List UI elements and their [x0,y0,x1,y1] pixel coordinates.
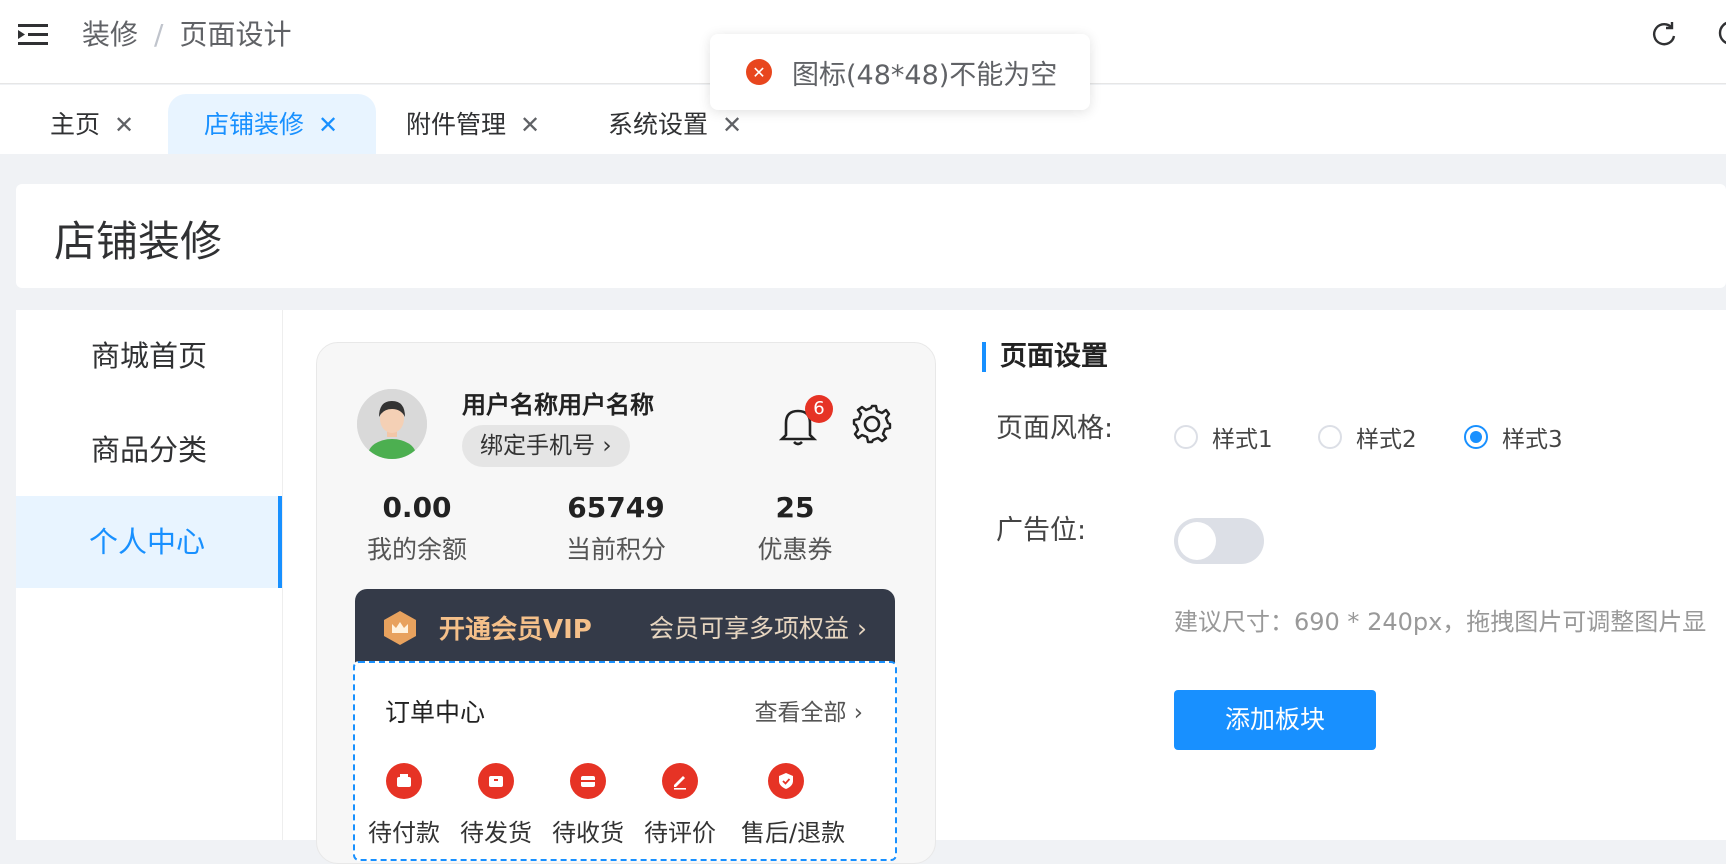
page-nav: 商城首页 商品分类 个人中心 [16,310,283,840]
order-item-to-receive[interactable]: 待收货 [543,763,633,848]
order-item-label: 待发货 [460,819,532,847]
radio-circle [1464,425,1488,449]
notification-badge: 6 [805,395,833,423]
tab-home[interactable]: 主页 ✕ [50,94,134,154]
style-option-2[interactable]: 样式2 [1318,420,1417,454]
gear-icon[interactable] [849,401,895,447]
radio-circle [1174,425,1198,449]
stat-value: 0.00 [382,491,452,524]
chevron-right-icon: › [853,700,863,726]
order-center-block[interactable]: 订单中心 查看全部 › 待付款 待发货 待收货 待评价 售后/退款 [353,661,897,861]
page-title: 店铺装修 [54,217,223,266]
toggle-knob [1178,522,1216,560]
style-option-3[interactable]: 样式3 [1464,420,1563,454]
style-option-1[interactable]: 样式1 [1174,420,1273,454]
error-toast: ✕ 图标(48*48)不能为空 [710,34,1090,110]
order-item-to-ship[interactable]: 待发货 [451,763,541,848]
wallet-icon [386,763,422,799]
order-item-label: 售后/退款 [741,819,846,847]
phone-preview: 用户名称用户名称 绑定手机号 › 6 0.00 我的余额 65749 当前积分 … [316,342,936,864]
nav-item-home[interactable]: 商城首页 [16,310,282,402]
close-icon[interactable]: ✕ [318,94,338,156]
tab-label: 系统设置 [608,110,709,139]
radio-circle [1318,425,1342,449]
stat-label: 优惠券 [757,535,833,564]
user-icon[interactable] [1716,18,1726,48]
order-item-to-review[interactable]: 待评价 [635,763,725,848]
box-icon [570,763,606,799]
nav-item-category[interactable]: 商品分类 [16,404,282,496]
settings-title: 页面设置 [982,342,1108,372]
shield-icon [768,763,804,799]
menu-fold-icon[interactable] [18,22,50,48]
tab-shop-decoration[interactable]: 店铺装修 ✕ [168,94,377,156]
main-panel: 商城首页 商品分类 个人中心 用户名称用户名称 绑定手机号 › 6 0.00 我… [16,310,1726,864]
avatar-image [357,389,427,459]
tab-attachments[interactable]: 附件管理 ✕ [406,94,540,154]
username: 用户名称用户名称 [462,391,654,419]
close-circle-icon: ✕ [746,59,772,85]
stat-label: 当前积分 [565,535,666,564]
view-all-label: 查看全部 [754,700,847,726]
vip-banner[interactable]: 开通会员VIP 会员可享多项权益 › [355,589,895,669]
tab-label: 店铺装修 [204,110,305,139]
close-icon[interactable]: ✕ [114,94,134,156]
stat-label: 我的余额 [366,535,467,564]
breadcrumb-item: 页面设计 [179,18,292,51]
breadcrumb-item[interactable]: 装修 [82,18,138,51]
page-style-label: 页面风格: [996,413,1114,444]
size-hint: 建议尺寸：690 * 240px，拖拽图片可调整图片显 [1174,608,1707,636]
toast-message: 图标(48*48)不能为空 [792,59,1058,91]
add-block-button[interactable]: 添加板块 [1174,690,1376,750]
chevron-right-icon: › [857,614,867,643]
stat-coupons[interactable]: 25 优惠券 [745,491,845,566]
tab-label: 附件管理 [406,110,507,139]
tab-label: 主页 [50,110,101,139]
crown-icon [384,611,416,645]
order-center-title: 订单中心 [385,698,486,727]
radio-label: 样式1 [1212,427,1273,453]
order-item-pending-payment[interactable]: 待付款 [359,763,449,848]
stat-value: 25 [775,491,815,524]
view-all-link[interactable]: 查看全部 › [754,693,863,727]
order-item-after-sales[interactable]: 售后/退款 [741,763,846,848]
order-item-label: 待付款 [368,819,440,847]
order-item-label: 待评价 [644,819,716,847]
vip-title: 开通会员VIP [439,615,592,645]
ad-slot-toggle[interactable] [1174,518,1264,564]
radio-label: 样式3 [1502,427,1563,453]
order-item-label: 待收货 [552,819,624,847]
package-icon [478,763,514,799]
close-icon[interactable]: ✕ [520,94,540,156]
stat-balance[interactable]: 0.00 我的余额 [357,491,477,566]
refresh-icon[interactable] [1650,20,1678,48]
stat-points[interactable]: 65749 当前积分 [551,491,681,566]
nav-item-personal-center[interactable]: 个人中心 [16,496,282,588]
chevron-right-icon: › [602,433,612,459]
breadcrumb-separator: / [154,18,164,51]
ad-slot-label: 广告位: [996,515,1087,546]
breadcrumb: 装修 / 页面设计 [82,14,291,56]
bind-phone-button[interactable]: 绑定手机号 › [462,425,630,467]
avatar [357,389,427,459]
stat-value: 65749 [567,491,665,524]
vip-subtitle-text: 会员可享多项权益 [649,614,850,643]
vip-subtitle: 会员可享多项权益 › [649,609,867,645]
bind-phone-label: 绑定手机号 [480,433,595,459]
title-card: 店铺装修 [16,184,1726,288]
edit-icon [662,763,698,799]
radio-label: 样式2 [1356,427,1417,453]
